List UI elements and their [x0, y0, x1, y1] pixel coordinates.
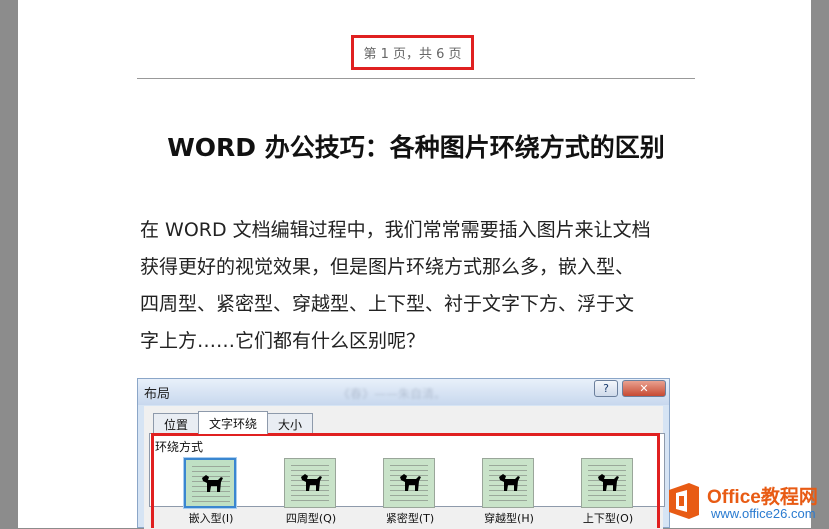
wrap-inline-icon[interactable] — [183, 457, 237, 509]
dog-icon — [499, 474, 520, 491]
paragraph-line: 获得更好的视觉效果，但是图片环绕方式那么多，嵌入型、 — [140, 256, 635, 278]
header-divider — [137, 78, 695, 79]
dog-icon — [301, 474, 322, 491]
dog-icon — [400, 474, 421, 491]
watermark: Office教程网 www.office26.com — [663, 478, 829, 528]
help-button[interactable]: ? — [594, 380, 618, 397]
tab-text-wrapping[interactable]: 文字环绕 — [198, 411, 269, 434]
blurred-background-text: 《春》——朱自清。 — [338, 387, 447, 401]
wrap-through-icon[interactable] — [482, 458, 534, 508]
paragraph-line: 在 WORD 文档编辑过程中，我们常常需要插入图片来让文档 — [140, 219, 651, 241]
wrap-option-square[interactable]: 四周型(Q) — [284, 458, 338, 525]
dialog-titlebar[interactable]: 布局 《春》——朱自清。 ? ✕ — [138, 379, 669, 405]
wrap-option-label: 四周型(Q) — [285, 512, 337, 525]
wrap-tight-icon[interactable] — [383, 458, 435, 508]
dog-icon — [598, 474, 619, 491]
wrap-option-inline[interactable]: 嵌入型(I) — [183, 457, 238, 525]
tab-position[interactable]: 位置 — [153, 413, 200, 434]
dialog-title: 布局 — [144, 387, 171, 402]
dog-icon — [202, 475, 223, 492]
paragraph-line: 四周型、紧密型、穿越型、上下型、衬于文字下方、浮于文 — [140, 293, 635, 315]
paragraph-line: 字上方……它们都有什么区别呢？ — [140, 330, 426, 352]
wrap-option-label: 紧密型(T) — [385, 512, 435, 525]
wrap-option-label: 上下型(O) — [582, 512, 634, 525]
office-logo-icon — [669, 483, 699, 519]
page-header-text: 第 1 页，共 6 页 — [363, 47, 462, 62]
wrap-option-through[interactable]: 穿越型(H) — [482, 458, 536, 525]
wrap-option-top-bottom[interactable]: 上下型(O) — [581, 458, 635, 525]
page-header-highlight: 第 1 页，共 6 页 — [351, 35, 474, 70]
wrap-option-tight[interactable]: 紧密型(T) — [383, 458, 437, 525]
wrap-option-label: 穿越型(H) — [484, 512, 534, 525]
wrap-top-bottom-icon[interactable] — [581, 458, 633, 508]
close-button[interactable]: ✕ — [622, 380, 666, 397]
document-paragraph: 在 WORD 文档编辑过程中，我们常常需要插入图片来让文档 获得更好的视觉效果，… — [140, 212, 696, 360]
watermark-url: www.office26.com — [711, 506, 816, 521]
wrap-square-icon[interactable] — [284, 458, 336, 508]
wrap-option-label: 嵌入型(I) — [188, 512, 234, 525]
document-title: WORD 办公技巧：各种图片环绕方式的区别 — [167, 133, 665, 162]
tab-size[interactable]: 大小 — [267, 413, 314, 434]
watermark-brand: Office教程网 — [707, 487, 818, 508]
wrap-style-label: 环绕方式 — [155, 440, 204, 454]
dialog-tabs: 位置 文字环绕 大小 — [153, 411, 314, 434]
